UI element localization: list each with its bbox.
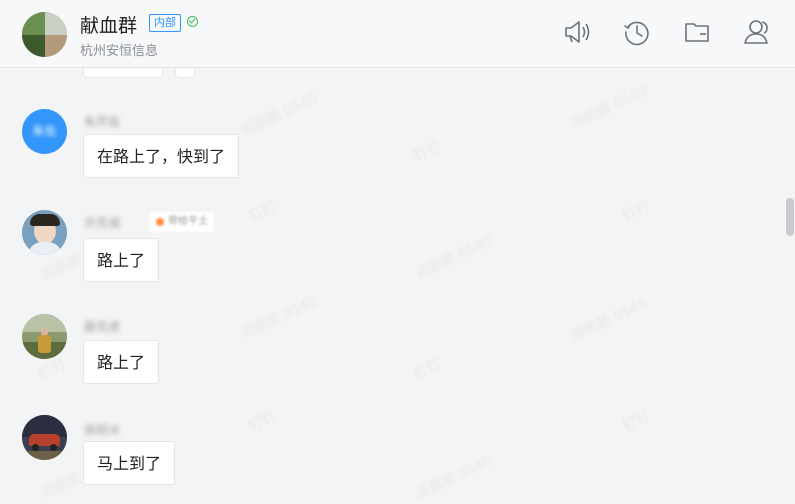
watermark: 周鹏鹏 0540 (238, 90, 321, 140)
sender-name: 张昭冰 (84, 423, 121, 437)
previous-message-bubble (83, 69, 163, 78)
message-bubble[interactable]: 马上到了 (83, 441, 176, 485)
message-bubble[interactable]: 路上了 (83, 238, 160, 282)
history-icon (624, 21, 649, 46)
message-bubble[interactable]: 在路上了，快到了 (83, 134, 240, 178)
watermark: 周鹏鹏 0540 (413, 453, 496, 503)
watermark: 钉钉 (246, 198, 279, 226)
announcement-icon (565, 21, 590, 43)
watermark: 周鹏鹏 0540 (238, 293, 321, 343)
sender-name: 朱芹佐 (84, 115, 121, 129)
verified-icon (187, 16, 198, 27)
status-tag: 带给平土 (150, 212, 214, 232)
chat-header: 献血群 内部 杭州安恒信息 (0, 0, 795, 68)
watermark: 钉钉 (411, 138, 444, 166)
group-avatar[interactable] (22, 12, 67, 57)
group-title[interactable]: 献血群 (80, 11, 137, 38)
watermark: 钉钉 (411, 356, 444, 384)
files-button[interactable] (682, 17, 712, 47)
previous-message-bubble (175, 69, 195, 78)
avatar[interactable] (22, 314, 67, 359)
avatar[interactable] (22, 415, 67, 460)
members-button[interactable] (742, 17, 772, 47)
message-bubble[interactable]: 路上了 (83, 340, 160, 384)
watermark: 钉钉 (246, 408, 279, 436)
avatar[interactable]: 朱佐 (22, 109, 67, 154)
watermark: 周鹏鹏 0540 (568, 83, 651, 133)
avatar[interactable] (22, 210, 67, 255)
history-button[interactable] (622, 17, 652, 47)
internal-badge: 内部 (149, 14, 181, 32)
folder-icon (685, 23, 709, 42)
avatar-initials: 朱佐 (32, 124, 57, 138)
watermark: 钉钉 (620, 408, 653, 436)
sender-name: 许克诚 (84, 216, 121, 230)
watermark: 周鹏鹏 0540 (413, 233, 496, 283)
watermark: 钉钉 (620, 198, 653, 226)
sender-name: 薛克虎 (84, 320, 121, 334)
scrollbar-thumb[interactable] (786, 198, 794, 236)
announcement-button[interactable] (562, 17, 592, 47)
organization-name: 杭州安恒信息 (80, 44, 159, 59)
message-list[interactable]: 钉钉 周鹏鹏 0540 钉钉 周鹏鹏 0540 钉钉 周鹏鹏 0540 钉钉 周… (0, 69, 795, 504)
members-icon (744, 20, 768, 44)
watermark: 周鹏鹏 0540 (568, 295, 651, 345)
